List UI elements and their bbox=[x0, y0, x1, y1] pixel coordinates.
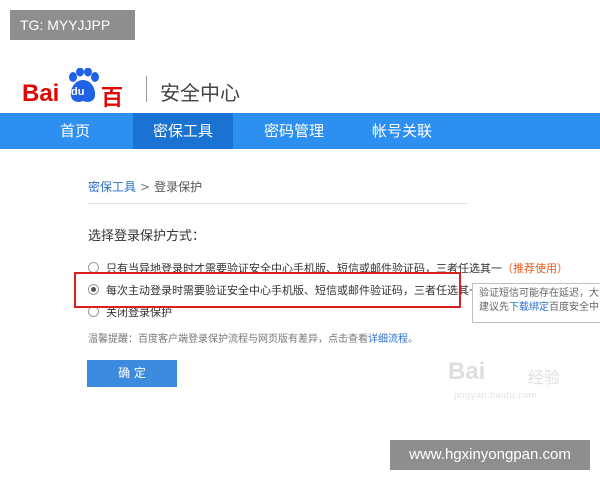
logo-du-text: du bbox=[71, 86, 85, 98]
site-header: Bai du 百度 安全中心 bbox=[0, 62, 600, 143]
highlight-annotation-box bbox=[74, 272, 461, 308]
security-center-title: 安全中心 bbox=[160, 81, 240, 105]
nav-item-account-link[interactable]: 帐号关联 bbox=[358, 113, 446, 149]
site-url-watermark: www.hgxinyongpan.com bbox=[390, 440, 590, 470]
breadcrumb-current: 登录保护 bbox=[154, 180, 203, 194]
recommended-tag: （推荐使用） bbox=[502, 262, 568, 275]
details-link[interactable]: 详细流程 bbox=[368, 334, 408, 345]
tip-suffix: 百度安全中 bbox=[549, 302, 599, 313]
tg-watermark-label: TG: MYYJJPP bbox=[10, 10, 135, 40]
section-title: 选择登录保护方式： bbox=[88, 229, 206, 244]
notice-text: 温馨提醒：百度客户端登录保护流程与网页版有差异，点击查看详细流程。 bbox=[88, 334, 418, 345]
breadcrumb-separator: > bbox=[140, 180, 151, 194]
tip-line-1: 验证短信可能存在延迟，大 bbox=[479, 288, 599, 299]
tip-prefix: 建议先 bbox=[479, 302, 509, 313]
baidu-jingyan-watermark: Bai 经验 jingyan.baidu.com bbox=[448, 358, 561, 401]
logo-bai-text: Bai bbox=[22, 80, 60, 107]
breadcrumb: 密保工具 > 登录保护 bbox=[88, 178, 468, 204]
breadcrumb-security-tools[interactable]: 密保工具 bbox=[88, 180, 136, 194]
nav-item-security-tools[interactable]: 密保工具 bbox=[133, 113, 233, 149]
download-link[interactable]: 下载绑定 bbox=[509, 302, 549, 313]
nav-item-password-manage[interactable]: 密码管理 bbox=[250, 113, 338, 149]
nav-item-home[interactable]: 首页 bbox=[40, 113, 110, 149]
confirm-button[interactable]: 确 定 bbox=[87, 360, 177, 387]
main-nav: 首页 密保工具 密码管理 帐号关联 bbox=[0, 113, 600, 149]
sms-delay-tip: 验证短信可能存在延迟，大 建议先下载绑定百度安全中 bbox=[472, 283, 600, 323]
logo-divider bbox=[146, 76, 147, 102]
